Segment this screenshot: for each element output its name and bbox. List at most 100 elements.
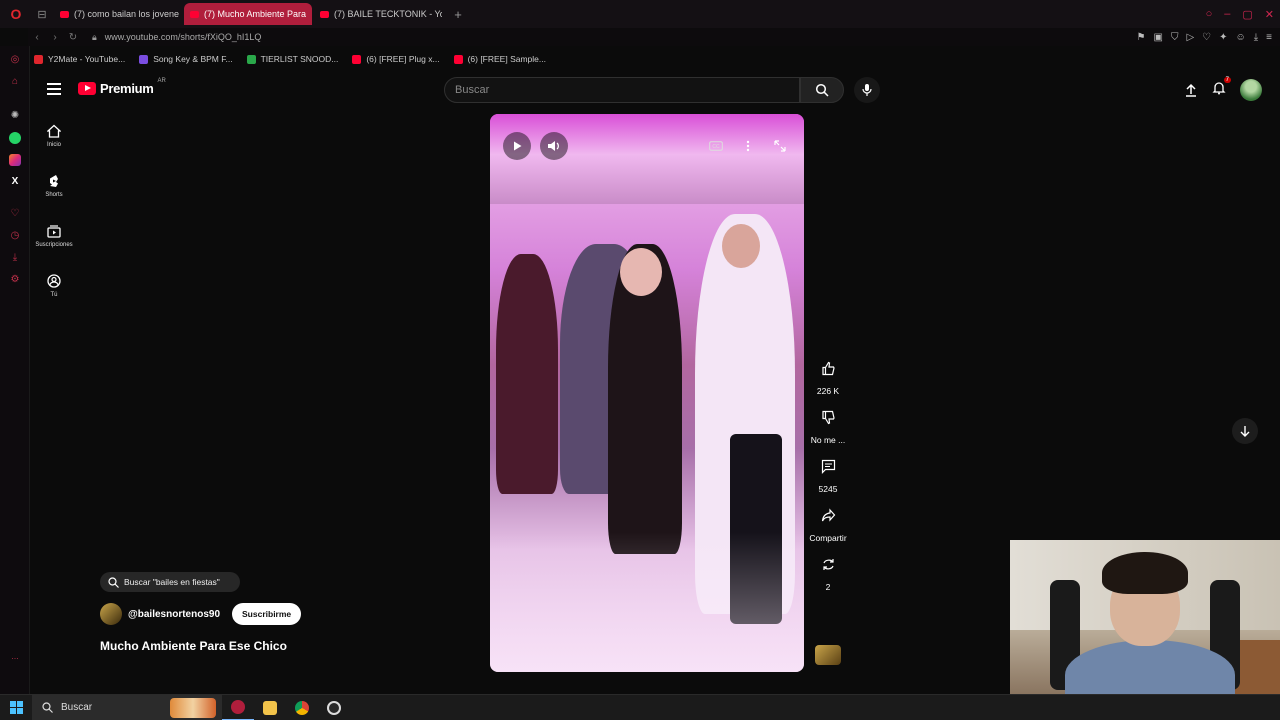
tab-menu-icon[interactable]: ⊟: [32, 0, 52, 28]
related-search-chip[interactable]: Buscar "bailes en fiestas": [100, 572, 240, 592]
bookmark-item[interactable]: Song Key & BPM F...: [139, 54, 233, 64]
subscribe-button[interactable]: Suscribirme: [232, 603, 302, 625]
address-bar: ‹ › ↻ 🔒︎ www.youtube.com/shorts/fXiQO_hI…: [28, 28, 1280, 46]
bookmark-favicon-icon: [352, 54, 362, 64]
channel-avatar[interactable]: [100, 603, 122, 625]
shorts-video-player[interactable]: CC: [490, 114, 804, 672]
download-icon[interactable]: ⤓: [1254, 32, 1258, 43]
more-options-button[interactable]: [734, 132, 762, 160]
play-button[interactable]: [503, 132, 531, 160]
shield-icon[interactable]: ⛉: [1171, 32, 1179, 43]
reload-button[interactable]: ↻: [64, 32, 82, 43]
aria-icon[interactable]: ◎: [9, 54, 21, 66]
hamburger-menu-icon[interactable]: [47, 83, 61, 98]
start-button[interactable]: [0, 701, 32, 714]
voice-search-button[interactable]: [854, 77, 880, 103]
url-field[interactable]: www.youtube.com/shorts/fXiQO_hI1LQ: [105, 32, 262, 42]
instagram-icon[interactable]: [9, 154, 21, 166]
browser-tab-3[interactable]: (7) BAILE TECKTONIK - Yo: [314, 3, 442, 25]
nav-item-tu[interactable]: Tú: [30, 268, 78, 316]
profile-icon[interactable]: ☺: [1236, 32, 1246, 43]
video-frame-face: [722, 224, 760, 268]
whatsapp-icon[interactable]: [9, 132, 21, 144]
opera-sidebar: ◎ ⌂ ✺ X ♡ ◷ ⤓ ⚙ ⋯: [0, 46, 30, 694]
taskbar-file-explorer[interactable]: [254, 695, 286, 720]
notification-badge: 7: [1223, 76, 1231, 83]
youtube-favicon-icon: [320, 10, 329, 18]
captions-button[interactable]: CC: [702, 132, 730, 160]
search-button[interactable]: [800, 77, 844, 103]
nav-item-inicio[interactable]: Inicio: [30, 118, 78, 166]
search-input[interactable]: Buscar: [444, 77, 800, 103]
account-avatar[interactable]: [1240, 79, 1262, 101]
download-icon[interactable]: ⤓: [9, 252, 21, 264]
video-title[interactable]: Mucho Ambiente Para Ese Chico: [100, 639, 287, 653]
back-button[interactable]: ‹: [28, 32, 46, 43]
x-twitter-icon[interactable]: X: [9, 176, 21, 188]
channel-row: @bailesnortenos90 Suscribirme: [100, 603, 302, 625]
share-action: Compartir: [808, 501, 848, 543]
taskbar-search[interactable]: Buscar: [32, 694, 222, 720]
windows-logo-icon: [9, 701, 23, 714]
bell-icon: [1212, 81, 1226, 94]
nav-label: Tú: [50, 292, 58, 298]
bookmark-item[interactable]: (6) [FREE] Plug x...: [352, 54, 440, 64]
comments-button[interactable]: [814, 452, 842, 480]
youtube-play-logo-icon: [78, 82, 96, 95]
history-icon[interactable]: ◷: [9, 230, 21, 242]
nav-item-suscripciones[interactable]: Suscripciones: [30, 218, 78, 266]
extensions-icon[interactable]: ✦: [1219, 32, 1227, 43]
browser-tab-2[interactable]: (7) Mucho Ambiente Para: [184, 3, 312, 25]
browser-tab-strip: O ⊟ (7) como bailan los jovene (7) Mucho…: [0, 0, 1280, 28]
search-tabs-icon[interactable]: ○: [1206, 8, 1213, 20]
dislike-button[interactable]: [814, 403, 842, 431]
settings-gear-icon[interactable]: ⚙: [9, 274, 21, 286]
like-button[interactable]: [814, 354, 842, 382]
share-icon: [821, 507, 835, 522]
dislike-label: No me ...: [810, 435, 846, 445]
address-bar-tools: ⚑ ▣ ⛉ ▷ ♡ ✦ ☺ ⤓ ≡: [1137, 28, 1272, 46]
sound-thumbnail[interactable]: [815, 645, 841, 665]
heart-icon[interactable]: ♡: [1202, 32, 1211, 43]
taskbar-search-label: Buscar: [61, 702, 93, 713]
next-short-button[interactable]: [1232, 418, 1258, 444]
upload-icon[interactable]: [1184, 83, 1198, 97]
video-frame-person: [496, 254, 558, 494]
expand-icon: [774, 140, 786, 152]
minimize-button[interactable]: –: [1224, 8, 1230, 20]
menu-icon[interactable]: ≡: [1266, 32, 1272, 43]
youtube-premium-logo[interactable]: Premium AR: [78, 78, 166, 96]
chatgpt-icon[interactable]: ✺: [9, 110, 21, 122]
browser-tab-1[interactable]: (7) como bailan los jovene: [54, 3, 182, 25]
player-icon[interactable]: ▷: [1186, 32, 1194, 43]
opera-logo-icon[interactable]: O: [0, 0, 32, 28]
maximize-button[interactable]: ▢: [1242, 8, 1252, 21]
opera-gx-icon: [231, 699, 245, 714]
search-placeholder: Buscar: [455, 84, 490, 96]
fullscreen-button[interactable]: [766, 132, 794, 160]
nav-item-shorts[interactable]: Shorts: [30, 168, 78, 216]
more-icon[interactable]: ⋯: [9, 654, 21, 666]
bookmark-item[interactable]: TIERLIST SNOOD...: [246, 54, 338, 64]
folder-icon: [263, 700, 277, 715]
remix-button[interactable]: [814, 550, 842, 578]
share-button[interactable]: [814, 501, 842, 529]
heart-icon[interactable]: ♡: [9, 208, 21, 220]
channel-name[interactable]: @bailesnortenos90: [128, 609, 220, 620]
workspaces-icon[interactable]: ⌂: [9, 76, 21, 88]
volume-button[interactable]: [540, 132, 568, 160]
taskbar-opera-gx[interactable]: [222, 695, 254, 720]
youtube-guide-mini: Inicio Shorts Suscripciones Tú: [30, 118, 78, 318]
forward-button[interactable]: ›: [46, 32, 64, 43]
bookmark-icon[interactable]: ⚑: [1137, 32, 1146, 43]
bookmark-item[interactable]: (6) [FREE] Sample...: [453, 54, 546, 64]
bookmark-item[interactable]: Y2Mate - YouTube...: [34, 54, 125, 64]
taskbar-chrome[interactable]: [286, 695, 318, 720]
new-tab-button[interactable]: +: [448, 7, 468, 22]
close-window-button[interactable]: ✕: [1265, 8, 1274, 21]
arrow-down-icon: [1240, 426, 1250, 437]
snapshot-icon[interactable]: ▣: [1154, 32, 1163, 43]
notifications-button[interactable]: 7: [1212, 76, 1231, 100]
chrome-icon: [295, 700, 309, 715]
taskbar-obs[interactable]: [318, 695, 350, 720]
